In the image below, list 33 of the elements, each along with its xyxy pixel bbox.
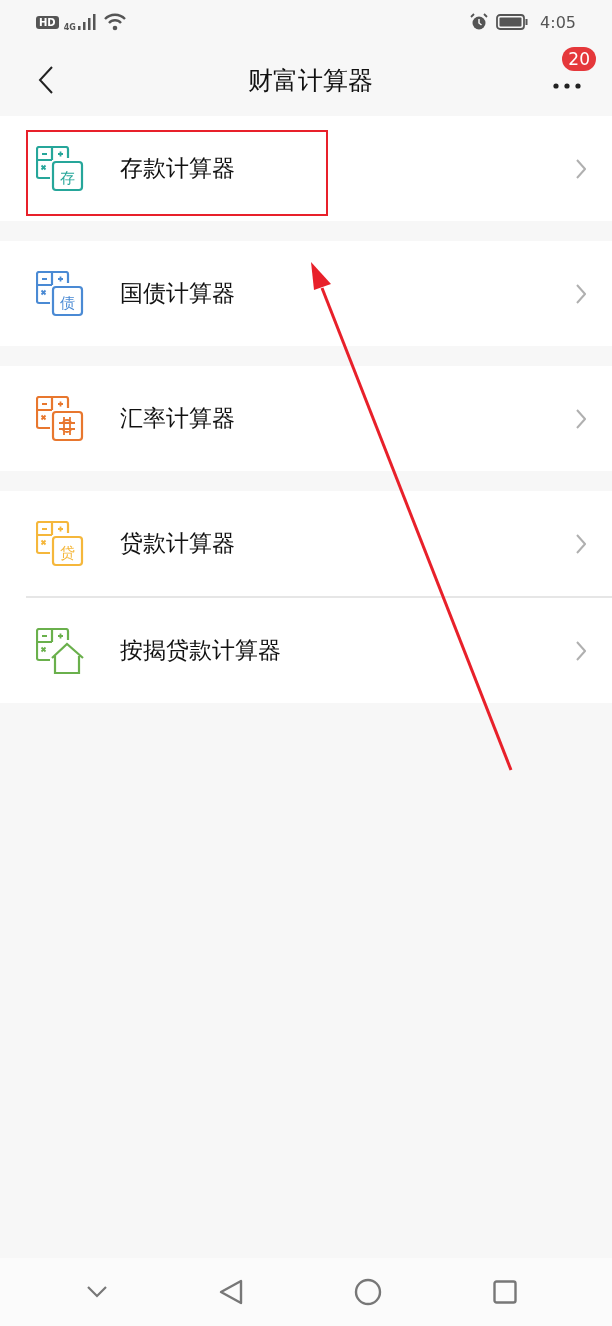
chevron-right-icon [576,283,586,304]
calculator-list-item[interactable]: 贷 贷款计算器 [0,491,612,596]
hd-indicator: HD [36,15,59,29]
notification-badge: 20 [562,46,596,71]
calculator-list-item[interactable]: 汇率计算器 [0,366,612,471]
page-title: 财富计算器 [247,64,373,97]
calculator-list-item[interactable]: 存 存款计算器 [0,116,612,221]
chevron-right-icon [576,640,586,661]
recents-nav-icon[interactable] [492,1280,517,1304]
item-label: 按揭贷款计算器 [120,636,282,665]
icon-glyph: 存 [60,168,75,187]
back-icon[interactable] [38,66,54,94]
more-icon[interactable] [552,81,582,90]
wifi-icon [103,13,126,31]
network-type: 4G [63,22,76,32]
battery-icon [496,14,529,30]
clock-time: 4:05 [540,12,576,32]
item-label: 贷款计算器 [120,529,236,558]
item-label: 存款计算器 [120,154,236,183]
calculator-list-item[interactable]: 按揭贷款计算器 [0,598,612,703]
chevron-right-icon [576,408,586,429]
home-nav-icon[interactable] [353,1278,382,1306]
item-label: 国债计算器 [120,279,236,308]
back-nav-icon[interactable] [218,1279,243,1305]
calculator-list-item[interactable]: 债 国债计算器 [0,241,612,346]
icon-glyph: 债 [60,293,75,312]
chevron-right-icon [576,158,586,179]
icon-glyph: 贷 [60,543,75,562]
alarm-icon [470,13,489,31]
chevron-right-icon [576,533,586,554]
item-label: 汇率计算器 [120,404,236,433]
collapse-icon[interactable] [85,1285,108,1299]
signal-icon [77,14,96,30]
